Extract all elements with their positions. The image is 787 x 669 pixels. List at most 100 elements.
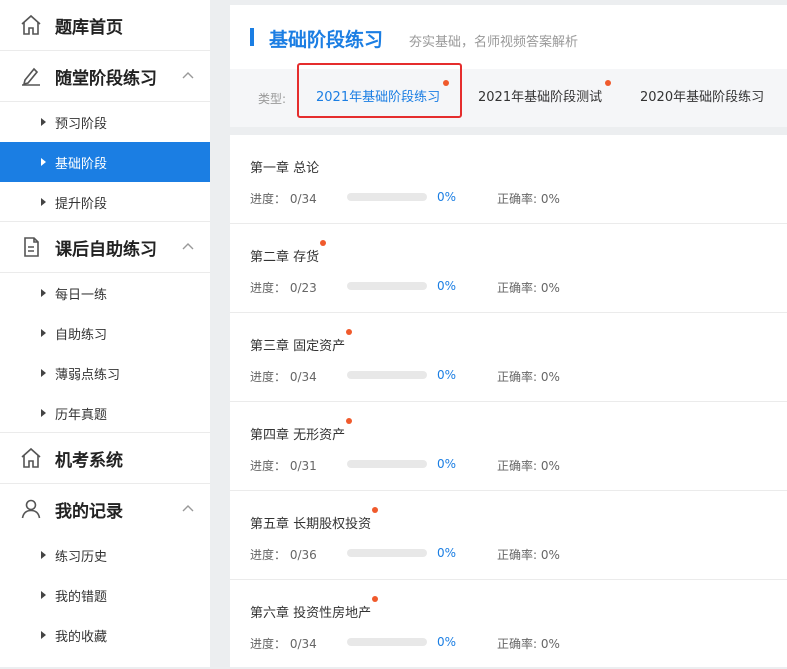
accuracy-rate: 正确率: 0% xyxy=(497,192,560,206)
sidebar-item-favorites[interactable]: 我的收藏 xyxy=(0,615,210,655)
title-accent-bar xyxy=(250,28,254,46)
sidebar-item-wrong-questions[interactable]: 我的错题 xyxy=(0,575,210,615)
sidebar-item-self-practice[interactable]: 自助练习 xyxy=(0,313,210,353)
sidebar-item-label: 我的错题 xyxy=(55,590,108,605)
chapter-list: 第一章 总论 进度： 0/34 0% 正确率: 0% 第二章 存货 进度： 0/… xyxy=(230,135,787,667)
accuracy-rate: 正确率: 0% xyxy=(497,548,560,562)
page-subtitle: 夯实基础，名师视频答案解析 xyxy=(409,35,579,50)
caret-right-icon xyxy=(41,289,46,297)
type-label: 类型: xyxy=(258,92,287,106)
home-icon xyxy=(21,447,41,468)
document-icon xyxy=(24,237,39,257)
chapter-title-text: 第五章 长期股权投资 xyxy=(250,517,372,532)
chapter-row[interactable]: 第二章 存货 进度： 0/23 0% 正确率: 0% xyxy=(230,224,787,313)
accuracy-rate: 正确率: 0% xyxy=(497,281,560,295)
chapter-row[interactable]: 第四章 无形资产 进度： 0/31 0% 正确率: 0% xyxy=(230,402,787,491)
sidebar-item-label: 自助练习 xyxy=(55,328,108,343)
caret-right-icon xyxy=(41,591,46,599)
sidebar-item-exam-system[interactable]: 机考系统 xyxy=(0,433,210,484)
sidebar-item-home[interactable]: 题库首页 xyxy=(0,0,210,51)
user-icon xyxy=(21,499,41,519)
sidebar-item-weak-points[interactable]: 薄弱点练习 xyxy=(0,353,210,393)
sidebar-item-advanced[interactable]: 提升阶段 xyxy=(0,182,210,222)
caret-right-icon xyxy=(41,369,46,377)
new-dot xyxy=(346,329,353,335)
new-dot xyxy=(320,240,327,246)
chapter-progress: 进度： 0/34 xyxy=(250,370,317,384)
chevron-up-icon[interactable] xyxy=(182,70,194,80)
chapter-progress: 进度： 0/34 xyxy=(250,192,317,206)
chapter-title-text: 第二章 存货 xyxy=(250,250,320,265)
progress-bar xyxy=(347,549,427,557)
chapter-progress: 进度： 0/23 xyxy=(250,281,317,295)
chapter-title: 第二章 存货 xyxy=(250,240,327,265)
sidebar-item-label: 历年真题 xyxy=(55,408,108,423)
caret-right-icon xyxy=(41,158,46,166)
sidebar-item-label: 提升阶段 xyxy=(55,197,108,212)
pencil-icon xyxy=(22,67,40,86)
sidebar-item-label: 预习阶段 xyxy=(55,117,108,132)
sidebar-group-label: 课后自助练习 xyxy=(55,239,157,260)
progress-bar xyxy=(347,371,427,379)
chapter-title-text: 第三章 固定资产 xyxy=(250,339,346,354)
progress-bar xyxy=(347,282,427,290)
tab-label: 2021年基础阶段测试 xyxy=(478,90,603,105)
tab-2020-basic-practice[interactable]: 2020年基础阶段练习 xyxy=(640,86,764,105)
progress-percent: 0% xyxy=(437,546,457,560)
chapter-title: 第六章 投资性房地产 xyxy=(250,596,379,621)
caret-right-icon xyxy=(41,551,46,559)
chapter-title-text: 第四章 无形资产 xyxy=(250,428,346,443)
tab-2021-basic-test[interactable]: 2021年基础阶段测试 xyxy=(478,80,612,105)
chapter-title: 第五章 长期股权投资 xyxy=(250,507,379,532)
chapter-progress: 进度： 0/34 xyxy=(250,637,317,651)
chapter-row[interactable]: 第六章 投资性房地产 进度： 0/34 0% 正确率: 0% xyxy=(230,580,787,669)
chapter-row[interactable]: 第一章 总论 进度： 0/34 0% 正确率: 0% xyxy=(230,135,787,224)
accuracy-rate: 正确率: 0% xyxy=(497,459,560,473)
type-filter-bar: 类型: 2021年基础阶段练习 2021年基础阶段测试 2020年基础阶段练习 xyxy=(230,63,787,127)
sidebar-item-history[interactable]: 练习历史 xyxy=(0,535,210,575)
sidebar-item-daily[interactable]: 每日一练 xyxy=(0,273,210,313)
sidebar-item-label: 每日一练 xyxy=(55,288,108,303)
chevron-up-icon[interactable] xyxy=(182,503,194,513)
main-content: 基础阶段练习 夯实基础，名师视频答案解析 类型: 2021年基础阶段练习 202… xyxy=(230,5,787,667)
sidebar-group-label: 我的记录 xyxy=(55,502,123,522)
progress-percent: 0% xyxy=(437,279,457,293)
accuracy-rate: 正确率: 0% xyxy=(497,637,560,651)
caret-right-icon xyxy=(41,631,46,639)
sidebar: 题库首页 随堂阶段练习 预习阶段 基础阶段 提升阶段 课后自助练习 每日一练 自… xyxy=(0,0,210,667)
progress-bar xyxy=(347,638,427,646)
tab-label: 2020年基础阶段练习 xyxy=(640,90,765,105)
chapter-title: 第四章 无形资产 xyxy=(250,418,353,443)
progress-percent: 0% xyxy=(437,635,457,649)
sidebar-item-label: 机考系统 xyxy=(55,450,123,471)
home-icon xyxy=(21,14,41,35)
caret-right-icon xyxy=(41,329,46,337)
sidebar-item-past-exams[interactable]: 历年真题 xyxy=(0,393,210,433)
chevron-up-icon[interactable] xyxy=(182,241,194,251)
sidebar-item-label: 薄弱点练习 xyxy=(55,368,121,383)
sidebar-item-label: 基础阶段 xyxy=(55,157,108,172)
progress-bar xyxy=(347,460,427,468)
tab-label: 2021年基础阶段练习 xyxy=(316,90,441,105)
sidebar-item-basic[interactable]: 基础阶段 xyxy=(0,142,210,182)
progress-percent: 0% xyxy=(437,457,457,471)
page-header: 基础阶段练习 夯实基础，名师视频答案解析 xyxy=(230,5,787,69)
accuracy-rate: 正确率: 0% xyxy=(497,370,560,384)
progress-bar xyxy=(347,193,427,201)
chapter-row[interactable]: 第三章 固定资产 进度： 0/34 0% 正确率: 0% xyxy=(230,313,787,402)
sidebar-group-label: 随堂阶段练习 xyxy=(55,68,157,89)
sidebar-group-records[interactable]: 我的记录 xyxy=(0,484,210,535)
tab-2021-basic-practice[interactable]: 2021年基础阶段练习 xyxy=(316,80,450,105)
new-dot xyxy=(605,80,612,86)
chapter-title-text: 第六章 投资性房地产 xyxy=(250,606,372,621)
sidebar-item-label: 我的收藏 xyxy=(55,630,108,645)
sidebar-item-preview[interactable]: 预习阶段 xyxy=(0,102,210,142)
chapter-progress: 进度： 0/31 xyxy=(250,459,317,473)
sidebar-group-classroom[interactable]: 随堂阶段练习 xyxy=(0,51,210,102)
chapter-title: 第一章 总论 xyxy=(250,157,319,176)
chapter-title: 第三章 固定资产 xyxy=(250,329,353,354)
chapter-row[interactable]: 第五章 长期股权投资 进度： 0/36 0% 正确率: 0% xyxy=(230,491,787,580)
sidebar-group-selfstudy[interactable]: 课后自助练习 xyxy=(0,222,210,273)
progress-percent: 0% xyxy=(437,368,457,382)
caret-right-icon xyxy=(41,118,46,126)
